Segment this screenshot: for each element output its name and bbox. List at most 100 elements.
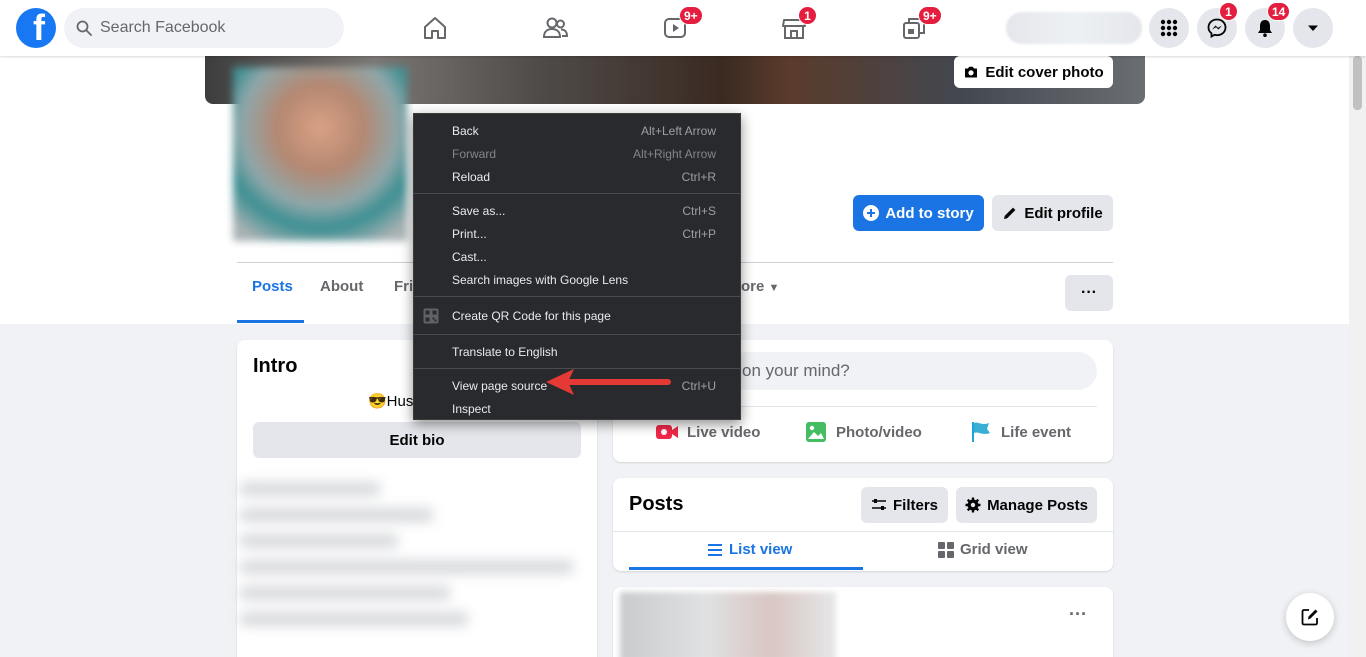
messenger-button[interactable]: 1: [1197, 2, 1238, 48]
menu-item-translate-label: Translate to English: [452, 344, 558, 359]
posts-title: Posts: [629, 493, 684, 515]
new-message-button[interactable]: [1286, 593, 1334, 641]
menu-item-reload-label: Reload: [452, 169, 491, 184]
bio-text: 😎Hus: [368, 393, 414, 410]
notifications-button[interactable]: 14: [1245, 2, 1291, 48]
manage-posts-label: Manage Posts: [987, 496, 1088, 514]
profile-more-button[interactable]: ···: [1065, 275, 1113, 311]
filters-icon: [871, 499, 886, 510]
posts-divider: [613, 531, 1113, 532]
notifications-badge: 14: [1267, 2, 1291, 21]
nav-home[interactable]: [379, 0, 491, 56]
tab-more[interactable]: ore ▼: [741, 278, 779, 295]
nav-watch[interactable]: 9+: [619, 0, 731, 56]
page-scrollbar[interactable]: [1349, 56, 1366, 657]
menu-item-cast[interactable]: Cast...: [414, 245, 740, 268]
menu-item-translate[interactable]: Translate to English: [414, 340, 740, 363]
tab-friends[interactable]: Fri: [394, 278, 413, 295]
menu-item-back[interactable]: Back Alt+Left Arrow: [414, 119, 740, 142]
home-icon: [424, 17, 446, 39]
intro-details-blurred: [240, 470, 590, 650]
menu-item-qr-code-label: Create QR Code for this page: [452, 308, 611, 323]
post-options-button[interactable]: ···: [1064, 604, 1092, 628]
edit-profile-button[interactable]: Edit profile: [992, 195, 1113, 231]
add-to-story-label: Add to story: [885, 204, 974, 222]
tab-more-caret-icon: ▼: [768, 282, 780, 294]
menu-item-forward[interactable]: Forward Alt+Right Arrow: [414, 142, 740, 165]
menu-item-back-shortcut: Alt+Left Arrow: [640, 123, 716, 138]
search-icon: [76, 20, 92, 36]
menu-button[interactable]: [1149, 8, 1189, 48]
nav-friends[interactable]: [499, 0, 611, 56]
grid-icon: [938, 541, 954, 558]
menu-separator: [414, 193, 740, 194]
menu-item-print-shortcut: Ctrl+P: [682, 226, 716, 241]
edit-profile-label: Edit profile: [1024, 204, 1103, 222]
photo-video-button[interactable]: Photo/video: [804, 420, 922, 444]
search-box[interactable]: [64, 8, 344, 48]
caret-down-icon: [1308, 25, 1318, 31]
grid-view-label: Grid view: [960, 541, 1028, 558]
photo-video-label: Photo/video: [836, 423, 922, 441]
menu-item-inspect[interactable]: Inspect: [414, 397, 740, 420]
edit-cover-photo-label: Edit cover photo: [985, 63, 1104, 81]
pencil-icon: [1004, 207, 1016, 219]
profile-picture[interactable]: [233, 67, 407, 241]
tab-posts[interactable]: Posts: [252, 278, 293, 295]
profile-shortcut[interactable]: [1006, 12, 1142, 44]
menu-item-reload-shortcut: Ctrl+R: [681, 169, 716, 184]
menu-item-save-as-label: Save as...: [452, 203, 506, 218]
nav-marketplace[interactable]: 1: [738, 0, 850, 56]
menu-separator: [414, 296, 740, 297]
active-tab-indicator: [237, 320, 304, 323]
menu-item-google-lens[interactable]: Search images with Google Lens: [414, 268, 740, 291]
edit-bio-button[interactable]: Edit bio: [253, 422, 581, 458]
friends-icon: [542, 17, 569, 38]
composer-input[interactable]: on your mind?: [728, 352, 1097, 390]
menu-item-print-label: Print...: [452, 226, 487, 241]
life-event-button[interactable]: Life event: [969, 420, 1071, 444]
list-view-tab[interactable]: List view: [707, 541, 792, 558]
filters-label: Filters: [892, 496, 938, 514]
menu-grid-icon: [1160, 19, 1178, 37]
menu-item-back-label: Back: [452, 123, 479, 138]
plus-circle-icon: [863, 205, 880, 221]
menu-item-view-page-source-label: View page source: [452, 378, 548, 393]
groups-badge: 9+: [918, 6, 942, 25]
flag-icon: [972, 422, 990, 442]
live-video-icon: [656, 425, 678, 439]
menu-item-inspect-label: Inspect: [452, 401, 491, 416]
menu-item-save-as[interactable]: Save as... Ctrl+S: [414, 199, 740, 222]
messenger-badge: 1: [1219, 2, 1238, 21]
scrollbar-thumb[interactable]: [1353, 56, 1362, 110]
menu-item-print[interactable]: Print... Ctrl+P: [414, 222, 740, 245]
manage-posts-button[interactable]: Manage Posts: [956, 487, 1097, 523]
facebook-logo-icon[interactable]: f: [16, 8, 56, 48]
add-to-story-button[interactable]: Add to story: [853, 195, 984, 231]
photo-icon: [806, 422, 826, 442]
edit-cover-photo-button[interactable]: Edit cover photo: [954, 56, 1113, 88]
nav-groups[interactable]: 9+: [858, 0, 970, 56]
marketplace-badge: 1: [798, 6, 817, 25]
gear-icon: [965, 497, 981, 513]
search-input[interactable]: [100, 19, 320, 37]
messenger-icon: [1207, 18, 1227, 38]
tab-about[interactable]: About: [320, 278, 363, 295]
live-video-label: Live video: [687, 423, 761, 441]
menu-item-qr-code[interactable]: Create QR Code for this page: [414, 302, 740, 329]
menu-item-save-as-shortcut: Ctrl+S: [682, 203, 716, 218]
intro-title: Intro: [253, 355, 298, 377]
live-video-button[interactable]: Live video: [655, 420, 760, 444]
post-image-blurred[interactable]: [620, 592, 836, 657]
menu-item-cast-label: Cast...: [452, 249, 487, 264]
account-button[interactable]: [1293, 8, 1333, 48]
filters-button[interactable]: Filters: [861, 487, 948, 523]
tab-more-label: ore: [741, 278, 765, 295]
top-navbar: f 9+ 1 9+ 1 14: [0, 0, 1366, 56]
grid-view-tab[interactable]: Grid view: [938, 541, 1028, 558]
qr-code-icon: [423, 308, 439, 323]
list-icon: [708, 543, 722, 556]
active-view-indicator: [629, 567, 863, 570]
menu-item-reload[interactable]: Reload Ctrl+R: [414, 165, 740, 188]
list-view-label: List view: [729, 541, 793, 558]
